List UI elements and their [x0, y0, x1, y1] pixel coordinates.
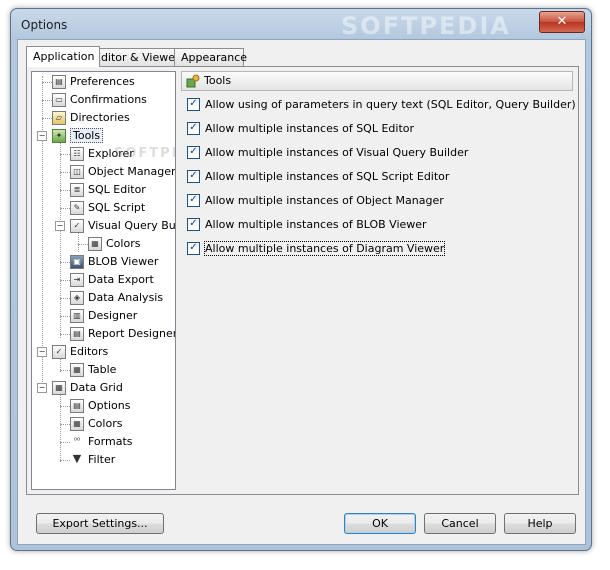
- sql-script-icon: ✎: [70, 201, 84, 215]
- tree-item-table[interactable]: ▦ Table: [70, 361, 116, 379]
- option-multi-diagram-viewer[interactable]: ✓ Allow multiple instances of Diagram Vie…: [187, 240, 446, 258]
- editors-collapse-icon[interactable]: −: [37, 347, 47, 357]
- report-designer-icon: ▤: [70, 327, 84, 341]
- tools-settings-panel: Tools ✓ Allow using of parameters in quer…: [181, 71, 576, 488]
- close-icon: ✕: [556, 14, 568, 29]
- tree-item-confirmations[interactable]: ▭ Confirmations: [52, 91, 147, 109]
- table-icon: ▦: [70, 363, 84, 377]
- dialog-body: Application Editor & Viewers Appearance: [17, 39, 586, 545]
- editors-icon: ✓: [52, 345, 66, 359]
- options-tree[interactable]: − − − − ▤ Preferences ▭ Confirmations ▱ Dir…: [31, 71, 176, 490]
- object-manager-icon: ◫: [70, 165, 84, 179]
- colors-icon: ▦: [88, 237, 102, 251]
- tree-item-visual-query-builder[interactable]: ✓Visual Query Builder: [70, 217, 175, 235]
- option-allow-parameters[interactable]: ✓ Allow using of parameters in query text…: [187, 96, 576, 114]
- confirmations-icon: ▭: [52, 93, 66, 107]
- tools-icon: [186, 74, 200, 88]
- tree-item-sql-editor[interactable]: ≣ SQL Editor: [70, 181, 146, 199]
- export-settings-button[interactable]: Export Settings...: [36, 513, 164, 534]
- data-analysis-icon: ◈: [70, 291, 84, 305]
- checkbox[interactable]: ✓: [187, 241, 200, 255]
- tools-icon: ✦: [52, 129, 66, 143]
- section-title: Tools: [204, 74, 232, 87]
- tree-item-preferences[interactable]: ▤ Preferences: [52, 73, 135, 91]
- colors-icon: ▦: [70, 417, 84, 431]
- section-header: Tools: [181, 71, 573, 91]
- tree-item-sql-script[interactable]: ✎ SQL Script: [70, 199, 145, 217]
- options-window: Options SOFTPEDIA ✕ Application Editor &…: [10, 8, 592, 551]
- tree-item-directories[interactable]: ▱ Directories: [52, 109, 130, 127]
- tab-appearance[interactable]: Appearance: [174, 48, 247, 66]
- tree-item-grid-options[interactable]: ▤ Options: [70, 397, 130, 415]
- checkbox[interactable]: ✓: [187, 121, 200, 135]
- close-button[interactable]: ✕: [539, 11, 585, 33]
- tree-item-data-analysis[interactable]: ◈ Data Analysis: [70, 289, 163, 307]
- help-button[interactable]: Help: [504, 513, 576, 534]
- window-title: Options: [21, 18, 68, 32]
- tools-collapse-icon[interactable]: −: [37, 131, 47, 141]
- tree-item-tools[interactable]: ✦ Tools: [52, 127, 104, 145]
- tree-item-filter[interactable]: ▼ Filter: [70, 451, 115, 469]
- option-multi-object-manager[interactable]: ✓ Allow multiple instances of Object Mana…: [187, 192, 444, 210]
- tab-editor-viewers[interactable]: Editor & Viewers: [87, 48, 187, 66]
- tree-item-report-designer[interactable]: ▤ Report Designer: [70, 325, 175, 343]
- checkbox[interactable]: ✓: [187, 145, 200, 159]
- preferences-icon: ▤: [52, 75, 66, 89]
- option-multi-query-builder[interactable]: ✓ Allow multiple instances of Visual Quer…: [187, 144, 468, 162]
- tree-item-data-grid[interactable]: ▦ Data Grid: [52, 379, 123, 397]
- query-builder-icon: ✓: [70, 219, 84, 233]
- tree-item-editors[interactable]: ✓ Editors: [52, 343, 108, 361]
- designer-icon: ▥: [70, 309, 84, 323]
- tree-item-designer[interactable]: ▥ Designer: [70, 307, 137, 325]
- watermark: SOFTPEDIA: [341, 12, 511, 40]
- title-bar[interactable]: Options SOFTPEDIA ✕: [11, 9, 591, 40]
- tree-item-object-manager[interactable]: ◫ Object Manager: [70, 163, 175, 181]
- tree-item-data-export[interactable]: ⇥ Data Export: [70, 271, 154, 289]
- checkbox[interactable]: ✓: [187, 217, 200, 231]
- option-multi-sql-editor[interactable]: ✓ Allow multiple instances of SQL Editor: [187, 120, 414, 138]
- tree-item-grid-colors[interactable]: ▦ Colors: [70, 415, 122, 433]
- checkbox[interactable]: ✓: [187, 169, 200, 183]
- options-icon: ▤: [70, 399, 84, 413]
- tree-item-formats[interactable]: ⁰⁰ Formats: [70, 433, 133, 451]
- option-multi-blob-viewer[interactable]: ✓ Allow multiple instances of BLOB Viewer: [187, 216, 427, 234]
- checkbox[interactable]: ✓: [187, 97, 200, 111]
- data-grid-collapse-icon[interactable]: −: [37, 383, 47, 393]
- tree-item-colors[interactable]: ▦ Colors: [88, 235, 140, 253]
- tree-item-blob-viewer[interactable]: ▣ BLOB Viewer: [70, 253, 158, 271]
- folder-icon: ▱: [52, 111, 66, 125]
- cancel-button[interactable]: Cancel: [424, 513, 496, 534]
- ok-button[interactable]: OK: [344, 513, 416, 534]
- sql-editor-icon: ≣: [70, 183, 84, 197]
- filter-icon: ▼: [72, 452, 82, 465]
- checkbox[interactable]: ✓: [187, 193, 200, 207]
- formats-icon: ⁰⁰: [73, 436, 81, 445]
- query-builder-collapse-icon[interactable]: −: [55, 221, 65, 231]
- explorer-icon: ☷: [70, 147, 84, 161]
- data-export-icon: ⇥: [70, 273, 84, 287]
- tree-watermark: SOFTPEDIA: [114, 146, 175, 161]
- data-grid-icon: ▦: [52, 381, 66, 395]
- tab-application[interactable]: Application: [26, 46, 100, 67]
- blob-viewer-icon: ▣: [70, 255, 84, 269]
- option-multi-sql-script-editor[interactable]: ✓ Allow multiple instances of SQL Script …: [187, 168, 449, 186]
- tab-panel: − − − − ▤ Preferences ▭ Confirmations ▱ Dir…: [26, 66, 579, 495]
